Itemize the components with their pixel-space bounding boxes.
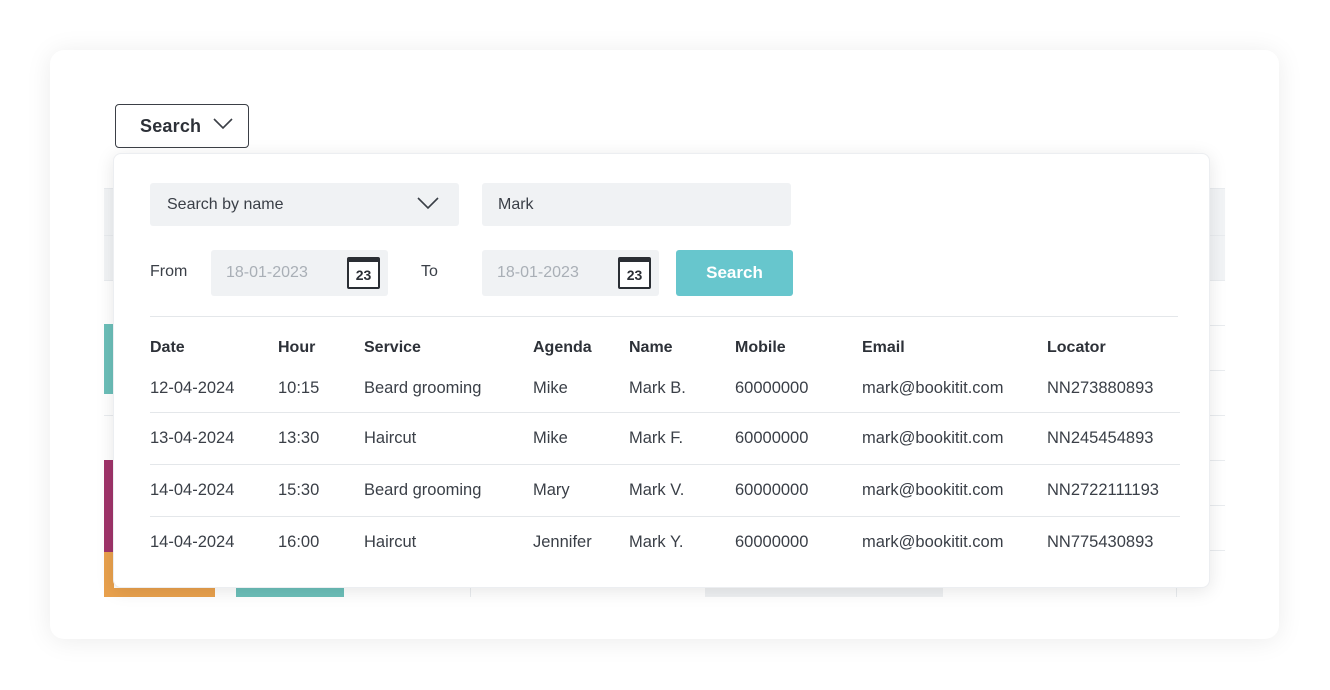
cell-mobile: 60000000 (735, 411, 862, 464)
from-date-input[interactable] (226, 264, 346, 282)
search-panel: Search by name From 23 To 23 Search Date… (113, 153, 1210, 588)
table-row[interactable]: 13-04-2024 13:30 Haircut Mike Mark F. 60… (150, 411, 1180, 464)
card: Search Search by name From 23 To 23 Sear… (50, 50, 1279, 639)
column-header-email[interactable]: Email (862, 330, 1047, 366)
cell-service: Haircut (364, 411, 533, 464)
name-search-input[interactable] (482, 183, 791, 226)
search-dropdown-button[interactable]: Search (115, 104, 249, 148)
to-date-field[interactable]: 23 (482, 250, 659, 296)
to-date-input[interactable] (497, 264, 617, 282)
divider (150, 316, 1178, 317)
cell-agenda: Mike (533, 379, 568, 398)
cell-hour: 13:30 (278, 411, 364, 464)
table-row[interactable]: 14-04-2024 16:00 Haircut Jennifer Mark Y… (150, 515, 1180, 568)
cell-agenda: Mike (533, 411, 629, 464)
cell-name: Mark Y. (629, 515, 735, 568)
cell-date: 13-04-2024 (150, 411, 278, 464)
chevron-down-icon (417, 197, 439, 210)
chevron-down-icon (213, 118, 233, 130)
results-table: Date Hour Service Agenda Name Mobile Ema… (150, 330, 1180, 568)
calendar-icon[interactable]: 23 (618, 257, 651, 289)
column-header-hour[interactable]: Hour (278, 330, 364, 366)
calendar-icon-day: 23 (626, 266, 643, 283)
cell-email: mark@bookitit.com (862, 411, 1047, 464)
table-row[interactable]: 12-04-2024 10:15 Beard grooming Mike Mar… (150, 366, 1180, 412)
background-slot (705, 588, 943, 597)
cell-locator: NN775430893 (1047, 515, 1180, 568)
cell-hour: 16:00 (278, 515, 364, 568)
cell-mobile: 60000000 (735, 515, 862, 568)
cell-hour: 10:15 (278, 379, 320, 398)
cell-name: Mark F. (629, 411, 735, 464)
to-label: To (421, 263, 438, 280)
search-by-select[interactable]: Search by name (150, 183, 459, 226)
cell-locator: NN2722111193 (1047, 463, 1180, 516)
cell-hour: 15:30 (278, 463, 364, 516)
search-by-value: Search by name (167, 195, 284, 213)
from-label: From (150, 263, 188, 280)
cell-date: 14-04-2024 (150, 515, 278, 568)
column-header-mobile[interactable]: Mobile (735, 330, 862, 366)
cell-name: Mark V. (629, 463, 735, 516)
cell-date: 12-04-2024 (150, 379, 235, 398)
cell-email: mark@bookitit.com (862, 463, 1047, 516)
table-row[interactable]: 14-04-2024 15:30 Beard grooming Mary Mar… (150, 463, 1180, 516)
cell-service: Beard grooming (364, 463, 533, 516)
column-header-service[interactable]: Service (364, 330, 533, 366)
calendar-icon[interactable]: 23 (347, 257, 380, 289)
table-header-row: Date Hour Service Agenda Name Mobile Ema… (150, 330, 1180, 366)
appointment-block[interactable] (236, 588, 344, 597)
search-dropdown-label: Search (140, 115, 202, 136)
cell-agenda: Mary (533, 463, 629, 516)
cell-mobile: 60000000 (735, 463, 862, 516)
cell-email: mark@bookitit.com (862, 379, 1004, 398)
cell-locator: NN273880893 (1047, 379, 1154, 398)
cell-agenda: Jennifer (533, 515, 629, 568)
calendar-icon-day: 23 (355, 266, 372, 283)
from-date-field[interactable]: 23 (211, 250, 388, 296)
column-header-locator[interactable]: Locator (1047, 330, 1180, 366)
cell-service: Haircut (364, 515, 533, 568)
cell-date: 14-04-2024 (150, 463, 278, 516)
cell-name: Mark B. (629, 379, 686, 398)
cell-service: Beard grooming (364, 379, 482, 398)
search-button[interactable]: Search (676, 250, 793, 296)
column-header-agenda[interactable]: Agenda (533, 330, 629, 366)
cell-mobile: 60000000 (735, 379, 809, 398)
cell-locator: NN245454893 (1047, 411, 1180, 464)
cell-email: mark@bookitit.com (862, 515, 1047, 568)
column-header-name[interactable]: Name (629, 330, 735, 366)
column-header-date[interactable]: Date (150, 330, 278, 366)
appointment-block[interactable] (104, 588, 215, 597)
